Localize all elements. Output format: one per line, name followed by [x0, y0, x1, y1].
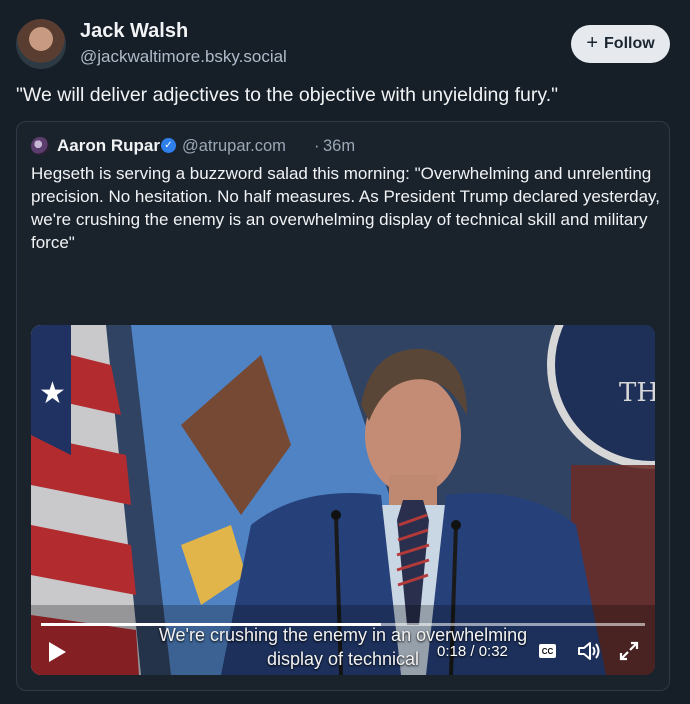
follow-label: Follow — [604, 35, 655, 52]
plus-icon: + — [586, 32, 599, 54]
verified-check-icon: ✓ — [161, 138, 176, 153]
caption-line-1: We're crushing the enemy in an overwhelm… — [158, 625, 528, 645]
author-avatar[interactable] — [16, 19, 66, 69]
quote-text: Hegseth is serving a buzzword salad this… — [31, 164, 660, 252]
quote-author-avatar[interactable] — [31, 137, 49, 155]
quote-timestamp[interactable]: 36m — [323, 137, 355, 156]
play-icon[interactable] — [47, 641, 67, 663]
quote-author-handle[interactable]: @atrupar.com — [182, 137, 286, 156]
author-handle[interactable]: @jackwaltimore.bsky.social — [80, 47, 287, 67]
svg-text:★: ★ — [39, 376, 66, 411]
quote-author-name[interactable]: Aaron Rupar — [57, 136, 160, 156]
video-player[interactable]: ★ TH We're crushing the enemy in an over… — [31, 325, 655, 675]
fullscreen-icon[interactable] — [618, 640, 640, 662]
closed-captions-icon[interactable]: CC — [539, 644, 556, 658]
post: Jack Walsh @jackwaltimore.bsky.social + … — [0, 0, 690, 704]
follow-button[interactable]: + Follow — [571, 25, 670, 63]
seal-text: TH — [619, 378, 655, 408]
volume-icon[interactable] — [577, 640, 601, 662]
caption-line-2: display of technical — [266, 649, 420, 669]
video-time: 0:18 / 0:32 — [437, 643, 508, 660]
quoted-post[interactable]: Aaron Rupar ✓ @atrupar.com · 36m Hegseth… — [16, 121, 670, 691]
separator-dot: · — [314, 137, 320, 155]
author-name[interactable]: Jack Walsh — [80, 20, 188, 43]
cc-label: CC — [541, 646, 554, 656]
post-text: "We will deliver adjectives to the objec… — [16, 84, 559, 106]
